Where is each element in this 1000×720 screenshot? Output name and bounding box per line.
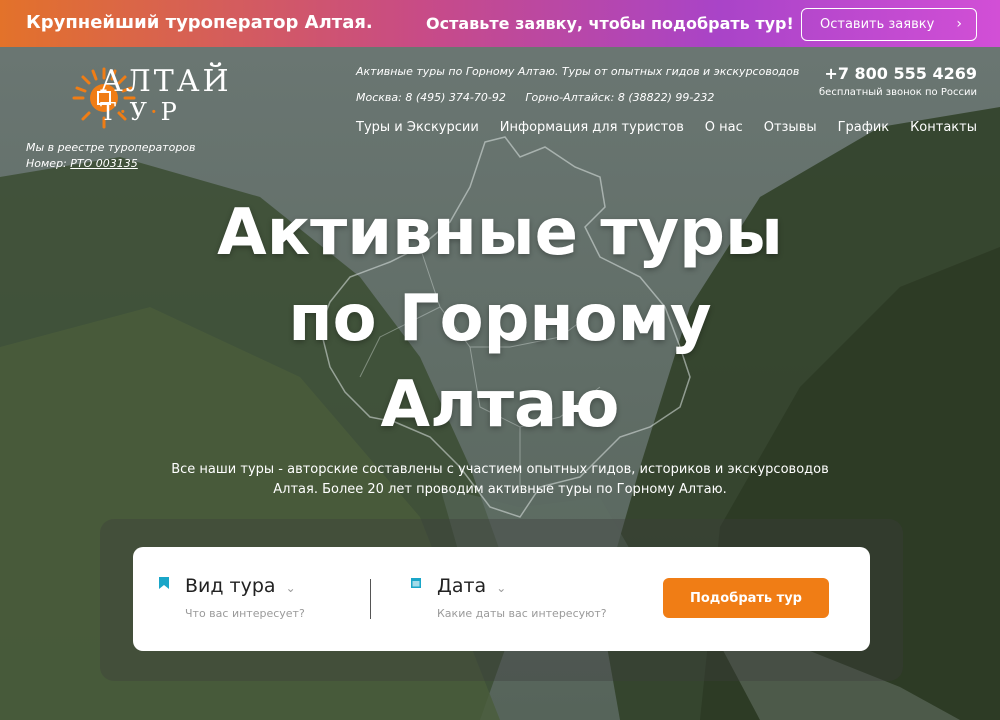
nav-contacts[interactable]: Контакты	[910, 120, 977, 135]
hotline-caption: бесплатный звонок по России	[819, 87, 977, 98]
promo-bar: Крупнейший туроператор Алтая. Оставьте з…	[0, 0, 1000, 47]
logo-subtitle: Т·У·Р	[100, 98, 180, 126]
tour-type-hint: Что вас интересует?	[185, 607, 305, 620]
nav-tourist-info[interactable]: Информация для туристов	[500, 120, 684, 135]
phone-moscow[interactable]: 8 (495) 374-70-92	[405, 91, 506, 104]
registry-label: Номер:	[26, 157, 67, 170]
nav-tours[interactable]: Туры и Экскурсии	[356, 120, 479, 135]
find-tour-button[interactable]: Подобрать тур	[663, 578, 829, 618]
chevron-down-icon: ⌄	[496, 581, 507, 595]
hotline-phone[interactable]: +7 800 555 4269	[824, 64, 977, 83]
date-title: Дата	[437, 575, 487, 597]
bookmark-icon	[159, 577, 169, 589]
registry-line: Мы в реестре туроператоров	[26, 141, 196, 154]
tour-search-card: Вид тура ⌄ Что вас интересует? Дата ⌄ Каки…	[133, 547, 870, 651]
header-phones: Москва: 8 (495) 374-70-92 Горно-Алтайск:…	[356, 91, 715, 104]
nav-reviews[interactable]: Отзывы	[764, 120, 817, 135]
chevron-right-icon: ›	[956, 16, 962, 32]
nav-about[interactable]: О нас	[705, 120, 743, 135]
phone-gorno-altaysk[interactable]: 8 (38822) 99-232	[618, 91, 715, 104]
registry-number-link[interactable]: РТО 003135	[70, 157, 138, 170]
leave-request-button[interactable]: Оставить заявку ›	[801, 8, 977, 41]
main-nav: Туры и Экскурсии Информация для туристов…	[356, 120, 977, 135]
logo-title: АЛТАЙ	[100, 64, 232, 99]
promo-cta-text: Оставьте заявку, чтобы подобрать тур!	[426, 14, 794, 33]
leave-request-label: Оставить заявку	[820, 17, 935, 32]
registry-info: Мы в реестре туроператоров Номер: РТО 00…	[26, 140, 196, 172]
field-divider	[370, 579, 371, 619]
header-slogan: Активные туры по Горному Алтаю. Туры от …	[356, 65, 800, 78]
calendar-icon	[411, 578, 421, 588]
hero-title: Активные туры по Горному Алтаю	[217, 196, 783, 442]
promo-left-text: Крупнейший туроператор Алтая.	[26, 12, 373, 33]
nav-schedule[interactable]: График	[838, 120, 890, 135]
chevron-down-icon: ⌄	[285, 581, 296, 595]
hero-subtitle: Все наши туры - авторские составлены с у…	[171, 462, 829, 497]
tour-type-title: Вид тура	[185, 575, 276, 597]
date-hint: Какие даты вас интересуют?	[437, 607, 607, 620]
